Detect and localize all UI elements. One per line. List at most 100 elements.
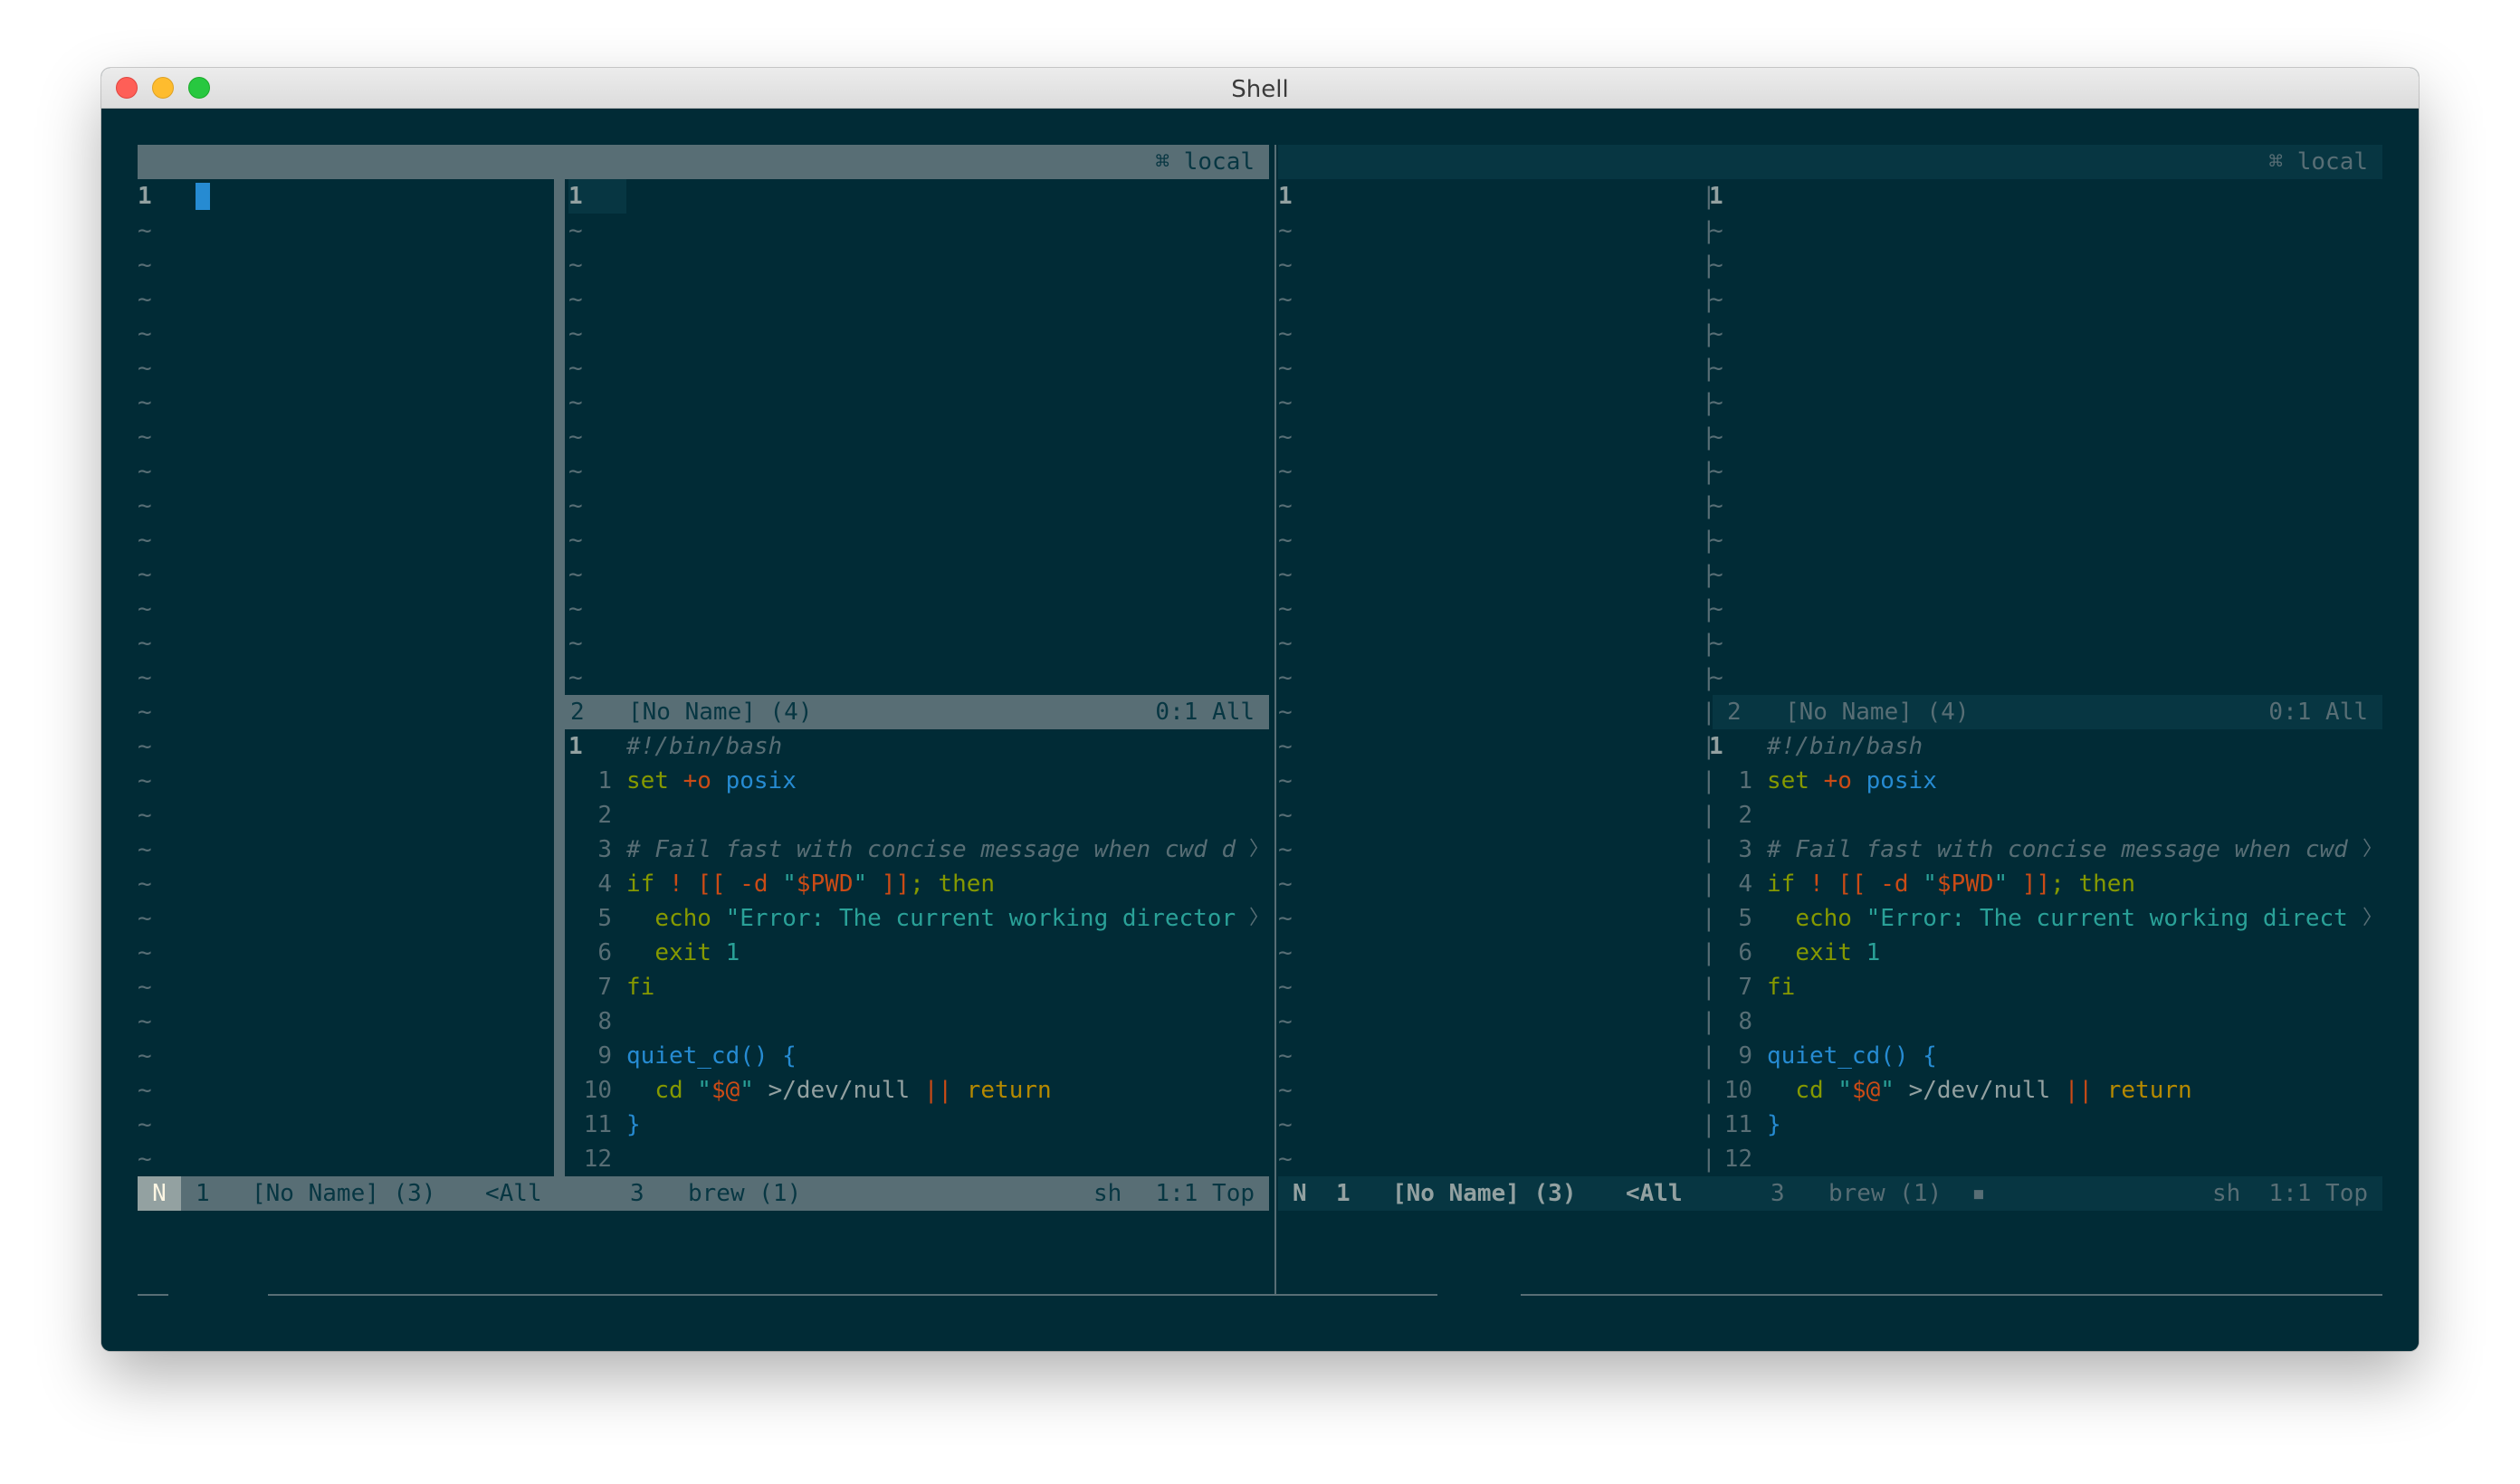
code-text: #!/bin/bash <box>1767 733 1923 760</box>
tmux-session-label: ⌘ local <box>1155 148 1255 176</box>
empty-line-tilde: ~ <box>568 355 583 382</box>
code-line: 1 set +o posix <box>568 764 1269 798</box>
code-text: # Fail fast with concise message when cw… <box>1767 836 2348 863</box>
empty-line-tilde: ~ <box>568 286 583 313</box>
active-bullet: ● <box>179 1348 188 1351</box>
vim-window-empty[interactable]: 1 ~ ~ ~ ~ ~ ~ ~ ~ ~ ~ ~ ~ ~ ~ ~ ~ ~ ~ ~ ~ ~ ~ ~ ~ ~ ~ ~ ~ <box>138 179 554 1176</box>
empty-line-tilde: ~ <box>1278 836 1293 863</box>
empty-line-tilde: ~ <box>568 595 583 623</box>
code-text: # Fail fast with concise message when cw… <box>626 836 1236 863</box>
vim-window-code[interactable]: 1 #!/bin/bash 1 set +o posix 2 3 # Fail fast w… <box>1709 729 2382 1176</box>
text-cursor <box>196 183 210 210</box>
empty-line-tilde: ~ <box>1709 320 1723 347</box>
empty-line-tilde: ~ <box>1278 1146 1293 1173</box>
tmux-status-bar: ⌘ local <box>138 145 1269 179</box>
line-number: 4 <box>1738 870 1752 898</box>
vim-statusline: N 1 [No Name] (3) <All 3 brew (1) sh 1:1… <box>138 1176 1269 1211</box>
empty-line-tilde: ~ <box>138 802 152 829</box>
vim-window-top[interactable]: 1 ~ ~ ~ ~ ~ ~ ~ ~ ~ ~ ~ ~ ~ ~ <box>568 179 1269 695</box>
filetype: sh <box>1093 1180 1122 1207</box>
code-text: fi <box>1767 974 1796 1001</box>
line-number: 2 <box>597 802 612 829</box>
code-line: 2 <box>568 798 1269 832</box>
empty-line-tilde: ~ <box>1709 217 1723 244</box>
empty-line-tilde: ~ <box>1278 252 1293 279</box>
empty-line-tilde: ~ <box>568 389 583 416</box>
empty-line-tilde: ~ <box>1709 286 1723 313</box>
scroll-flag: <All <box>485 1180 542 1207</box>
code-line: 4 if ! [[ -d "$PWD" ]]; then <box>568 867 1269 901</box>
empty-line-tilde: ~ <box>568 664 583 691</box>
code-text: exit 1 <box>654 939 740 966</box>
vim-window-top[interactable]: 1 ~ ~ ~ ~ ~ ~ ~ ~ ~ ~ ~ ~ ~ ~ <box>1709 179 2382 695</box>
code-line: 5 echo "Error: The current working direc… <box>568 901 1269 936</box>
empty-line-tilde: ~ <box>138 974 152 1001</box>
empty-line-tilde: ~ <box>1278 389 1293 416</box>
code-line: 2 <box>1709 798 2382 832</box>
code-text: fi <box>626 974 655 1001</box>
code-text: quiet_cd() { <box>626 1042 797 1070</box>
empty-line-tilde: ~ <box>138 870 152 898</box>
code-line: 9 quiet_cd() { <box>568 1039 1269 1073</box>
window-title: Shell <box>1231 76 1289 103</box>
code-line: 10 cd "$@" >/dev/null || return <box>568 1073 1269 1108</box>
title-bar: Shell <box>101 68 2419 109</box>
empty-line-tilde: ~ <box>138 630 152 657</box>
vim-window-code[interactable]: 1 #!/bin/bash 1 set +o posix 2 3 # Fail fast w… <box>568 729 1269 1176</box>
empty-line-tilde: ~ <box>568 561 583 588</box>
code-line: 1 set +o posix <box>1709 764 2382 798</box>
empty-line-tilde: ~ <box>568 423 583 451</box>
code-line: 7 fi <box>568 970 1269 1004</box>
empty-line-tilde: ~ <box>1278 492 1293 519</box>
mode-indicator: N <box>138 1176 181 1211</box>
line-number: 5 <box>597 905 612 932</box>
code-line: 1 #!/bin/bash <box>1709 729 2382 764</box>
empty-line-tilde: ~ <box>1278 595 1293 623</box>
buffer-number-3: 3 <box>630 1180 644 1207</box>
empty-line-tilde: ~ <box>1709 664 1723 691</box>
terminal-area[interactable]: ⌘ local 1 ~ ~ ~ ~ ~ ~ ~ ~ ~ ~ ~ ~ ~ ~ ~ ~ ~ ~ ~ ~ ~ ~ ~ ~ ~ ~ ~ ~ 1… <box>101 109 2419 1351</box>
tmux-window-list: ● vim 1 vim <box>138 1276 2382 1312</box>
empty-line-tilde: ~ <box>1278 1042 1293 1070</box>
empty-line-tilde: ~ <box>1278 320 1293 347</box>
empty-line-tilde: ~ <box>1278 355 1293 382</box>
empty-line-tilde: ~ <box>1278 527 1293 554</box>
buffer-number: 2 <box>570 699 585 726</box>
empty-line-tilde: ~ <box>1278 1077 1293 1104</box>
line-number: 3 <box>597 836 612 863</box>
vim-window-empty[interactable]: 1 ~~~~~~~~~~~~~~~~~~~~~~~~~~~~~~ <box>1278 179 1704 1176</box>
empty-line-tilde: ~ <box>1709 389 1723 416</box>
code-text: cd "$@" >/dev/null || return <box>654 1077 1052 1104</box>
tmux-pane-divider[interactable] <box>1274 145 1276 1294</box>
code-line: 3 # Fail fast with concise message when c… <box>1709 832 2382 867</box>
code-line: 12 <box>568 1142 1269 1176</box>
line-1: 1 <box>1278 179 1704 214</box>
empty-line-tilde: ~ <box>568 527 583 554</box>
line-number: 7 <box>1738 974 1752 1001</box>
line-number: 8 <box>597 1008 612 1035</box>
line-number: 1 <box>1278 183 1293 210</box>
empty-line-tilde: ~ <box>1278 939 1293 966</box>
empty-line-tilde: ~ <box>138 389 152 416</box>
empty-line-tilde: ~ <box>1278 423 1293 451</box>
empty-line-tilde: ~ <box>1278 217 1293 244</box>
code-text: echo "Error: The current working direct <box>1795 905 2348 932</box>
code-line: 1 #!/bin/bash <box>568 729 1269 764</box>
empty-line-tilde: ~ <box>138 561 152 588</box>
empty-line-tilde: ~ <box>1709 630 1723 657</box>
tmux-pane-right[interactable]: ⌘ local 1 ~ ~ ~ ~ ~ ~ ~ ~ ~ ~ ~ ~ ~ ~ ~ ~ ~ ~ ~ ~ ~ ~ ~ ~ ~ ~ ~ ~ ~ ~… <box>1278 145 2382 1249</box>
empty-line-tilde: ~ <box>138 1146 152 1173</box>
line-number: 10 <box>1723 1077 1752 1104</box>
buffer-number: 2 <box>1727 699 1742 726</box>
code-line: 8 <box>568 1004 1269 1039</box>
code-text: } <box>1767 1111 1781 1138</box>
empty-line-tilde: ~ <box>138 527 152 554</box>
code-text: set +o posix <box>1767 767 1937 794</box>
empty-line-tilde: ~ <box>138 1111 152 1138</box>
empty-line-tilde: ~ <box>138 733 152 760</box>
empty-line-tilde: ~ <box>1278 286 1293 313</box>
line-number: 8 <box>1738 1008 1752 1035</box>
divider <box>268 1294 1437 1296</box>
tmux-pane-left[interactable]: ⌘ local 1 ~ ~ ~ ~ ~ ~ ~ ~ ~ ~ ~ ~ ~ ~ ~ ~ ~ ~ ~ ~ ~ ~ ~ ~ ~ ~ ~ ~ 1… <box>138 145 1269 1249</box>
line-number: 10 <box>583 1077 612 1104</box>
